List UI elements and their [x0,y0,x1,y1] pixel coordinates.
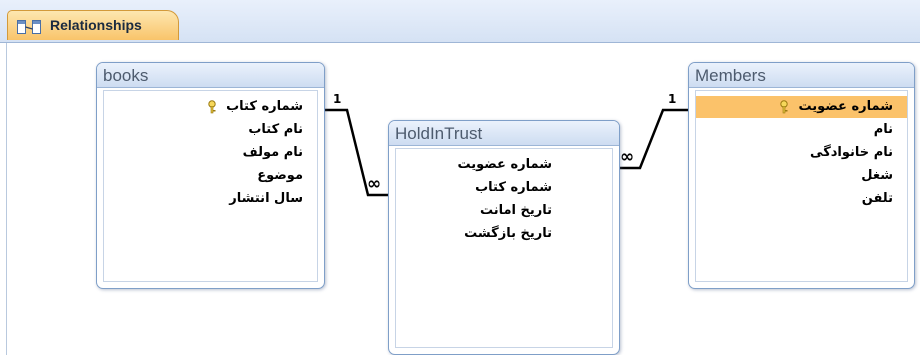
field-item[interactable]: شماره كتاب [475,177,552,199]
field-label: شماره عضويت [798,99,893,114]
key-icon [780,99,789,113]
field-item[interactable]: نام خانوادگی [810,142,893,164]
table-members[interactable]: Members شماره عضويت نام نام خانوادگی شغل… [688,62,915,289]
field-item-primary-key[interactable]: شماره کتاب [206,96,303,118]
table-title: Members [695,66,766,85]
relationship-many-label: ∞ [367,174,382,194]
field-label: شماره کتاب [226,99,303,114]
field-item[interactable]: تاريخ بازگشت [464,223,552,245]
key-icon [208,99,216,113]
field-list[interactable]: شماره کتاب نام کتاب نام مولف موضوع سال ا… [103,90,318,282]
relationship-many-label: ∞ [620,147,635,167]
table-holdintrust[interactable]: HoldInTrust شماره عضويت شماره كتاب تاريخ… [388,120,620,355]
field-list[interactable]: شماره عضويت نام نام خانوادگی شغل تلفن [695,90,908,282]
field-item[interactable]: موضوع [257,165,303,187]
field-item[interactable]: نام مولف [243,142,303,164]
field-item[interactable]: نام کتاب [248,119,303,141]
field-item[interactable]: سال انتشار [229,188,303,210]
table-header[interactable]: books [97,63,324,88]
relationship-one-label: 1 [333,92,342,106]
field-item[interactable]: شماره عضويت [457,154,552,176]
field-item[interactable]: نام [874,119,893,141]
field-list[interactable]: شماره عضويت شماره كتاب تاريخ امانت تاريخ… [395,148,613,348]
table-title: books [103,66,149,85]
field-item[interactable]: تاريخ امانت [480,200,552,222]
table-title: HoldInTrust [395,124,483,143]
field-item[interactable]: تلفن [862,188,893,210]
table-books[interactable]: books شماره کتاب نام کتاب نام مولف موضوع… [96,62,325,289]
table-header[interactable]: Members [689,63,914,88]
field-item-selected[interactable]: شماره عضويت [696,96,907,118]
relationship-one-label: 1 [668,92,677,106]
table-header[interactable]: HoldInTrust [389,121,619,146]
field-item[interactable]: شغل [861,165,893,187]
